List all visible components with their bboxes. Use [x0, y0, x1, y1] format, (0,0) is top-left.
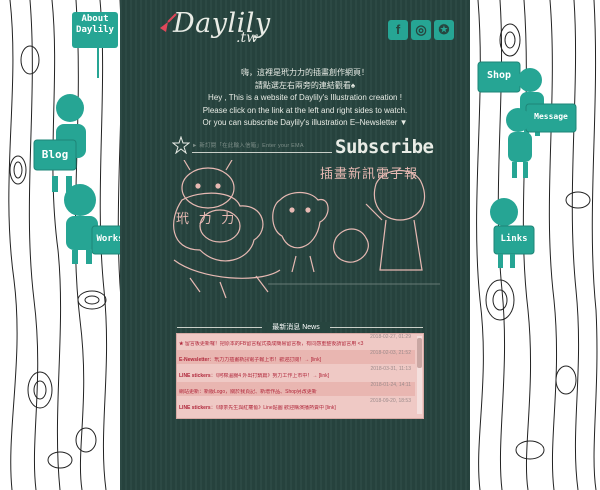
news-date: 2018-01-24, 14:11	[370, 382, 412, 388]
weibo-icon[interactable]: ✪	[434, 20, 454, 40]
email-input-underline	[192, 152, 332, 153]
facebook-icon[interactable]: f	[388, 20, 408, 40]
intro-line: 嗨，這裡是玳力力的插畫創作網頁！	[241, 68, 369, 77]
news-item[interactable]: 2018-01-24, 14:11 網站更新：新版Logo，關於我頁記、新增作品…	[177, 382, 415, 396]
newsletter-illustration	[173, 160, 440, 299]
news-label: ★	[179, 341, 184, 347]
news-label: LINE stickers	[179, 373, 211, 379]
mascot-name-text: 玳 力 力	[176, 211, 238, 226]
news-text: ★ 留言板更新囉！把原本的FB留言程式換成簡易留言板，有同感重整後請留言用 <3	[179, 341, 411, 348]
right-tree-illustration: Shop Message Links	[470, 0, 600, 490]
intro-line: Or you can subscribe Daylily's illustrat…	[202, 118, 408, 127]
news-label: E-Newsletter	[179, 357, 210, 363]
brand-suffix: .tw	[236, 30, 259, 46]
newsletter-headline-text: 插畫新訊電子報	[320, 166, 419, 181]
news-item[interactable]: 2018-09-20, 18:53 LINE stickers：《綠茶先生與紅蘿…	[177, 398, 415, 412]
nav-links-label[interactable]: Links	[494, 234, 534, 244]
news-list[interactable]: 2018-02-27, 01:29 ★ 留言板更新囉！把原本的FB留言程式換成簡…	[176, 333, 424, 419]
intro-line: Please click on the link at the left and…	[202, 105, 408, 115]
news-text: 網站更新：新版Logo，關於我頁記、新增作品、Shop另改更新	[179, 389, 411, 396]
nav-shop-label[interactable]: Shop	[478, 70, 520, 81]
blog-character[interactable]	[33, 94, 86, 192]
news-body: 網站更新：新版Logo，關於我頁記、新增作品、Shop另改更新	[179, 389, 317, 395]
news-text: LINE stickers：《綠茶先生與紅蘿蔔》Line貼圖 歡迎購演播熱賣中 …	[179, 405, 411, 412]
news-item[interactable]: 2018-02-03, 21:52 E-Newsletter：玳力力插畫新訊電子…	[177, 350, 415, 364]
news-scrollbar-thumb[interactable]	[417, 338, 422, 368]
intro-line: Hey , This is a website of Daylily's Ill…	[208, 93, 402, 102]
intro-text: 嗨，這裡是玳力力的插畫創作網頁！ 請點選左右兩旁的連結觀看♠ Hey , Thi…	[160, 67, 450, 130]
news-date: 2018-02-03, 21:52	[370, 350, 411, 356]
instagram-icon[interactable]: ◎	[411, 20, 431, 40]
news-text: E-Newsletter：玳力力插畫新訊電子報上市！歡迎訂閱！→ [link]	[179, 357, 411, 364]
news-body: ：《綠茶先生與紅蘿蔔》Line貼圖 歡迎購演播熱賣中 [link]	[210, 405, 336, 411]
news-text: LINE stickers：《阿棉溫腸4 外出打鍋篇》努力工作上市中！→ [li…	[179, 373, 411, 380]
nav-about-label[interactable]: About Daylily	[72, 14, 118, 36]
news-date: 2018-09-20, 18:53	[370, 398, 411, 404]
nav-blog-label[interactable]: Blog	[34, 148, 76, 161]
left-tree-illustration: About Daylily Blog Works	[0, 0, 128, 490]
subscribe-button[interactable]: Subscribe	[335, 136, 434, 158]
intro-line: 請點選左右兩旁的連結觀看♠	[254, 80, 356, 90]
news-item[interactable]: 2018-03-31, 11:13 LINE stickers：《阿棉溫腸4 外…	[177, 366, 415, 380]
news-heading: 最新消息 News	[262, 322, 330, 333]
news-body: 留言板更新囉！把原本的FB留言程式換成簡易留言板，有同感重整後請留言用 <3	[184, 341, 364, 347]
nav-message-label[interactable]: Message	[526, 112, 576, 121]
links-character[interactable]	[490, 198, 535, 268]
star-doodle-icon	[172, 136, 190, 154]
news-item[interactable]: 2018-02-27, 01:29 ★ 留言板更新囉！把原本的FB留言程式換成簡…	[177, 334, 415, 348]
news-body: ：玳力力插畫新訊電子報上市！歡迎訂閱！→ [link]	[209, 357, 321, 363]
subscribe-form: ► 新訂閱「在此輸入信箱」Enter your EMAIL ► Subscrib…	[172, 134, 442, 160]
news-label: LINE stickers	[179, 405, 211, 411]
news-date: 2018-02-27, 01:29	[370, 334, 411, 340]
news-date: 2018-03-31, 11:13	[370, 366, 412, 372]
news-body: ：《阿棉溫腸4 外出打鍋篇》努力工作上市中！→ [link]	[210, 373, 330, 379]
email-input[interactable]: ► 新訂閱「在此輸入信箱」Enter your EMAIL ►	[192, 142, 304, 151]
